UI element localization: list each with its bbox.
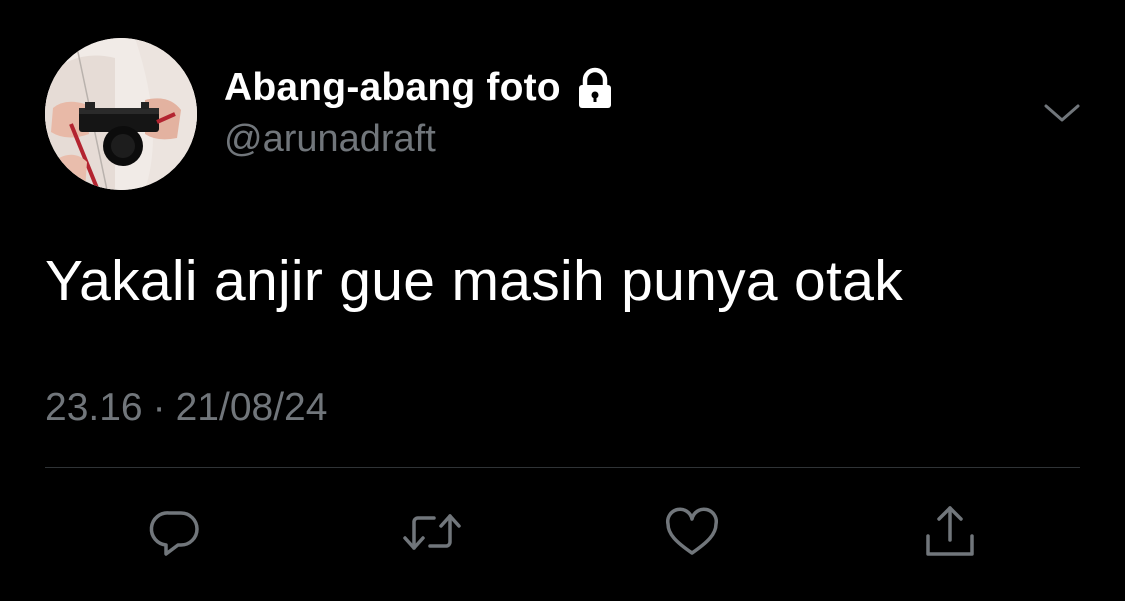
share-button[interactable] bbox=[918, 500, 982, 564]
more-options-button[interactable] bbox=[1038, 96, 1086, 132]
retweet-button[interactable] bbox=[400, 500, 464, 564]
tweet-timestamp[interactable]: 23.16 · 21/08/24 bbox=[45, 386, 327, 430]
avatar[interactable] bbox=[45, 38, 197, 190]
heart-icon bbox=[666, 507, 718, 555]
retweet-icon bbox=[403, 514, 461, 550]
meta-separator: · bbox=[152, 386, 166, 429]
share-icon bbox=[926, 506, 974, 556]
like-button[interactable] bbox=[660, 500, 724, 564]
avatar-photo bbox=[45, 38, 197, 190]
display-name-row: Abang-abang foto bbox=[224, 64, 615, 112]
tweet-date: 21/08/24 bbox=[175, 386, 328, 429]
tweet: Abang-abang foto @arunadraft Yakali anji… bbox=[0, 0, 1125, 601]
divider bbox=[45, 467, 1080, 468]
reply-button[interactable] bbox=[143, 500, 207, 564]
lock-icon bbox=[575, 66, 615, 110]
reply-icon bbox=[149, 511, 199, 556]
chevron-down-icon bbox=[1044, 104, 1080, 122]
user-handle[interactable]: @arunadraft bbox=[224, 118, 436, 161]
display-name[interactable]: Abang-abang foto bbox=[224, 66, 561, 110]
tweet-text: Yakali anjir gue masih punya otak bbox=[45, 249, 903, 313]
tweet-time: 23.16 bbox=[45, 386, 143, 429]
